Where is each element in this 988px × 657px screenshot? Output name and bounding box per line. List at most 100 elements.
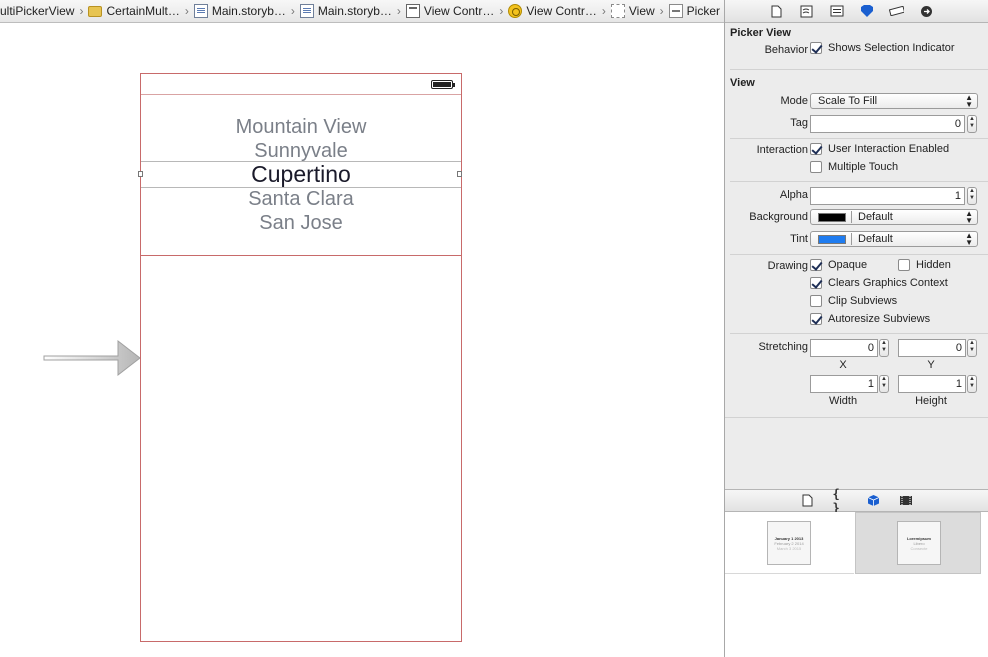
stretch-height-field[interactable]: 1 xyxy=(898,375,966,393)
breadcrumb-item-storyboard-base[interactable]: Main.storyb… › xyxy=(299,0,406,22)
attributes-inspector-icon[interactable] xyxy=(859,4,874,18)
multiple-touch-checkbox[interactable]: Multiple Touch xyxy=(810,161,898,173)
code-snippet-icon[interactable]: { } xyxy=(833,487,848,515)
autoresize-subviews-checkbox[interactable]: Autoresize Subviews xyxy=(810,313,930,325)
checkbox-label: Autoresize Subviews xyxy=(828,313,931,325)
picker-row[interactable]: Santa Clara xyxy=(141,187,461,211)
clears-graphics-context-checkbox[interactable]: Clears Graphics Context xyxy=(810,277,948,289)
view-controller-view[interactable]: Mountain View Sunnyvale Cupertino Santa … xyxy=(138,73,462,642)
divider xyxy=(730,333,988,334)
checkbox-label: Clears Graphics Context xyxy=(828,277,948,289)
checkbox-box[interactable] xyxy=(810,259,822,271)
storyboard-file-icon xyxy=(299,4,314,18)
chevron-right-icon: › xyxy=(601,4,606,18)
checkbox-label: Shows Selection Indicator xyxy=(828,42,955,54)
opaque-checkbox[interactable]: Opaque xyxy=(810,259,867,271)
drawing-label: Drawing xyxy=(767,260,808,272)
picker-row[interactable]: Mountain View xyxy=(141,115,461,139)
initial-view-controller-arrow-icon[interactable] xyxy=(42,339,142,379)
shows-selection-indicator-checkbox[interactable]: Shows Selection Indicator xyxy=(810,42,955,54)
alpha-field[interactable]: 1 xyxy=(810,187,965,205)
user-interaction-enabled-checkbox[interactable]: User Interaction Enabled xyxy=(810,143,949,155)
breadcrumb-item-project[interactable]: ultiPickerView › xyxy=(0,0,88,22)
checkbox-box[interactable] xyxy=(810,295,822,307)
stretch-x-stepper[interactable]: ▲ ▼ xyxy=(879,339,889,357)
checkbox-box[interactable] xyxy=(810,143,822,155)
tint-label: Tint xyxy=(790,233,808,245)
resize-handle-right[interactable] xyxy=(457,171,462,177)
divider xyxy=(730,69,988,70)
chevron-right-icon: › xyxy=(184,4,189,18)
breadcrumb-label: Picker xyxy=(686,4,721,18)
stretch-y-field[interactable]: 0 xyxy=(898,339,966,357)
identity-inspector-icon[interactable] xyxy=(829,4,844,18)
quick-help-icon[interactable] xyxy=(799,4,814,18)
view-controller-object-icon xyxy=(508,4,523,18)
library-item-date-picker[interactable]: January 1 2013 February 2 2014 March 3 2… xyxy=(725,512,854,574)
tag-stepper[interactable]: ▲ ▼ xyxy=(967,115,977,133)
library-item-picker-view[interactable]: Loremipsum Libero Consecte xyxy=(855,512,981,574)
breadcrumb-label: View Contr… xyxy=(526,4,597,18)
popup-arrows-icon: ▲ ▼ xyxy=(965,93,973,109)
object-library: January 1 2013 February 2 2014 March 3 2… xyxy=(725,512,988,657)
picker-row[interactable]: San Jose xyxy=(141,211,461,235)
stretch-x-field[interactable]: 0 xyxy=(810,339,878,357)
object-library-icon[interactable] xyxy=(866,494,881,508)
hidden-checkbox[interactable]: Hidden xyxy=(898,259,951,271)
interaction-label: Interaction xyxy=(756,144,808,156)
file-inspector-icon[interactable] xyxy=(769,4,784,18)
tag-field[interactable]: 0 xyxy=(810,115,965,133)
checkbox-box[interactable] xyxy=(810,313,822,325)
resize-handle-left[interactable] xyxy=(138,171,143,177)
file-template-icon[interactable] xyxy=(800,494,815,508)
section-title-view: View xyxy=(730,77,755,89)
divider xyxy=(730,254,988,255)
picker-view[interactable]: Mountain View Sunnyvale Cupertino Santa … xyxy=(138,95,462,256)
breadcrumb-item-folder[interactable]: CertainMult… › xyxy=(88,0,193,22)
alpha-label: Alpha xyxy=(779,189,808,201)
stretch-y-stepper[interactable]: ▲ ▼ xyxy=(967,339,977,357)
stretch-height-label: Height xyxy=(915,395,947,407)
checkbox-box[interactable] xyxy=(810,161,822,173)
size-inspector-icon[interactable] xyxy=(889,4,904,18)
breadcrumb-item-picker[interactable]: Picker xyxy=(668,0,721,22)
connections-inspector-icon[interactable] xyxy=(919,4,934,18)
breadcrumb-item-view-controller[interactable]: View Contr… › xyxy=(508,0,610,22)
media-library-icon[interactable] xyxy=(899,494,914,508)
alpha-stepper[interactable]: ▲ ▼ xyxy=(967,187,977,205)
popup-arrows-icon: ▲ ▼ xyxy=(965,231,973,247)
stretch-width-field[interactable]: 1 xyxy=(810,375,878,393)
battery-icon xyxy=(431,80,455,89)
stretch-x-label: X xyxy=(839,359,847,371)
breadcrumb-item-storyboard[interactable]: Main.storyb… › xyxy=(193,0,300,22)
folder-icon xyxy=(88,5,103,17)
checkbox-box[interactable] xyxy=(810,277,822,289)
storyboard-file-icon xyxy=(193,4,208,18)
clip-subviews-checkbox[interactable]: Clip Subviews xyxy=(810,295,897,307)
storyboard-canvas[interactable]: Mountain View Sunnyvale Cupertino Santa … xyxy=(0,23,724,657)
thumbnail-text: Consecte xyxy=(910,546,928,551)
checkbox-box[interactable] xyxy=(810,42,822,54)
checkbox-label: Opaque xyxy=(828,259,868,271)
breadcrumb-item-scene[interactable]: View Contr… › xyxy=(405,0,508,22)
divider xyxy=(730,138,988,139)
stretch-height-stepper[interactable]: ▲ ▼ xyxy=(967,375,977,393)
background-color-popup[interactable]: Default ▲ ▼ xyxy=(810,209,978,225)
divider xyxy=(730,181,988,182)
background-label: Background xyxy=(749,211,808,223)
mode-popup[interactable]: Scale To Fill ▲ ▼ xyxy=(810,93,978,109)
tint-color-popup[interactable]: Default ▲ ▼ xyxy=(810,231,978,247)
background-color-swatch xyxy=(818,212,846,222)
breadcrumb-item-view[interactable]: View › xyxy=(610,0,669,22)
view-icon xyxy=(610,4,625,18)
checkbox-box[interactable] xyxy=(898,259,910,271)
picker-icon xyxy=(668,4,683,18)
picker-row-selected[interactable]: Cupertino xyxy=(141,162,461,186)
tag-label: Tag xyxy=(790,117,808,129)
section-title-picker-view: Picker View xyxy=(730,27,791,39)
utilities-panel: Picker View Behavior Shows Selection Ind… xyxy=(724,0,988,657)
chevron-right-icon: › xyxy=(499,4,504,18)
stretch-width-stepper[interactable]: ▲ ▼ xyxy=(879,375,889,393)
picker-row[interactable]: Sunnyvale xyxy=(141,139,461,163)
breadcrumb-label: CertainMult… xyxy=(106,4,180,18)
